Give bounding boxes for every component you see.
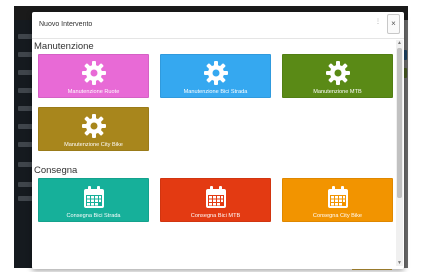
calendar-icon <box>81 184 107 210</box>
gear-icon <box>203 60 229 86</box>
modal-title: Nuovo Intervento <box>39 21 93 28</box>
section-title-consegna: Consegna <box>34 165 78 176</box>
header-separator-icon: ⋮ <box>375 19 381 25</box>
tile-label: Manutenzione Bici Strada <box>183 89 248 95</box>
modal-header: Nuovo Intervento ⋮ × <box>32 12 404 39</box>
new-intervention-modal: Nuovo Intervento ⋮ × Manutenzione Manute… <box>32 12 404 269</box>
close-button[interactable]: × <box>387 14 400 34</box>
scroll-thumb[interactable] <box>397 48 402 198</box>
tile-consegna-bici-strada[interactable]: Consegna Bici Strada <box>38 178 149 222</box>
tile-consegna-city-bike[interactable]: Consegna City Bike <box>282 178 393 222</box>
gear-icon <box>81 113 107 139</box>
scroll-up-icon[interactable]: ▲ <box>396 40 403 46</box>
calendar-icon <box>325 184 351 210</box>
tile-manutenzione-mtb[interactable]: Manutenzione MTB <box>282 54 393 98</box>
tile-label: Consegna Bici MTB <box>190 213 241 219</box>
section-title-manutenzione: Manutenzione <box>34 41 94 52</box>
tile-manutenzione-city-bike[interactable]: Manutenzione City Bike <box>38 107 149 151</box>
tile-label: Manutenzione Ruote <box>67 89 120 95</box>
tile-manutenzione-ruote[interactable]: Manutenzione Ruote <box>38 54 149 98</box>
tile-label: Manutenzione MTB <box>313 89 362 95</box>
tile-label: Consegna Bici Strada <box>66 213 121 219</box>
tile-label: Consegna City Bike <box>312 213 363 219</box>
gear-icon <box>81 60 107 86</box>
modal-scrollbar[interactable]: ▲ ▼ <box>396 40 403 266</box>
gear-icon <box>325 60 351 86</box>
calendar-icon <box>203 184 229 210</box>
tile-manutenzione-bici-strada[interactable]: Manutenzione Bici Strada <box>160 54 271 98</box>
tile-consegna-bici-mtb[interactable]: Consegna Bici MTB <box>160 178 271 222</box>
tile-label: Manutenzione City Bike <box>64 142 123 148</box>
scroll-down-icon[interactable]: ▼ <box>396 260 403 266</box>
